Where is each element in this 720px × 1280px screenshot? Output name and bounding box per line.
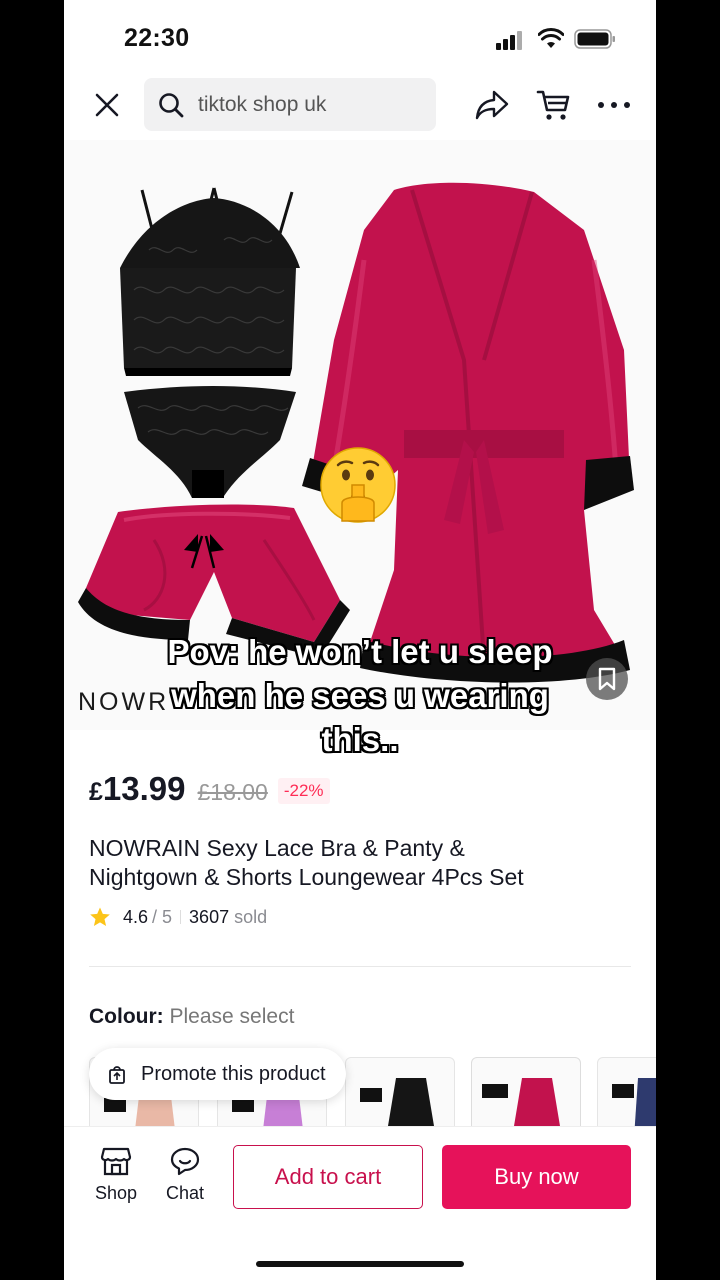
- status-bar: 22:30: [64, 0, 656, 78]
- top-nav: tiktok shop uk: [64, 78, 656, 136]
- signal-icon: [496, 30, 528, 50]
- search-query: tiktok shop uk: [198, 92, 327, 116]
- close-icon: [95, 93, 119, 117]
- colour-label: Colour:: [89, 1005, 164, 1028]
- lace-bra-illustration: [120, 187, 300, 376]
- promote-bag-icon: [109, 1066, 125, 1084]
- shushing-face-emoji-icon: [320, 447, 396, 523]
- divider: [180, 910, 182, 924]
- chat-icon: [170, 1147, 200, 1176]
- colour-value: Please select: [169, 1005, 295, 1028]
- shop-label: Shop: [94, 1183, 138, 1203]
- close-button[interactable]: [90, 88, 124, 122]
- shop-icon: [100, 1147, 132, 1176]
- battery-icon: [574, 29, 615, 49]
- caption-line-1: Pov: he won’t let u sleep: [167, 633, 553, 670]
- shop-tab[interactable]: Shop: [86, 1145, 146, 1204]
- rating-max: / 5: [152, 906, 173, 927]
- original-price: £18.00: [197, 779, 268, 805]
- promote-product-button[interactable]: Promote this product: [89, 1048, 346, 1100]
- home-indicator: [256, 1261, 464, 1267]
- buy-now-button[interactable]: Buy now: [442, 1145, 631, 1209]
- caption-line-3: this..: [321, 721, 399, 758]
- current-price: £13.99: [89, 770, 186, 807]
- chat-label: Chat: [165, 1183, 205, 1203]
- promote-label: Promote this product: [141, 1062, 326, 1085]
- chat-tab[interactable]: Chat: [155, 1145, 215, 1204]
- discount-badge: -22%: [277, 778, 330, 804]
- caption-line-2: when he sees u wearing: [171, 677, 549, 714]
- product-title: NOWRAIN Sexy Lace Bra & Panty & Nightgow…: [89, 835, 524, 890]
- video-caption: Pov: he won’t let u sleep when he sees u…: [104, 630, 616, 762]
- variant-thumbnail-navy[interactable]: [597, 1057, 656, 1137]
- variant-thumbnail-black[interactable]: [345, 1057, 455, 1137]
- status-time: 22:30: [124, 24, 190, 52]
- lace-panty-illustration: [124, 386, 296, 498]
- add-to-cart-button[interactable]: Add to cart: [233, 1145, 423, 1209]
- star-icon: [90, 907, 110, 926]
- variant-thumbnail-red[interactable]: [471, 1057, 581, 1137]
- cart-icon[interactable]: [536, 88, 572, 122]
- section-divider: [89, 966, 631, 967]
- sold-count: 3607: [189, 906, 230, 927]
- sold-label: sold: [234, 906, 268, 927]
- rating-row[interactable]: 4.6 / 5 3607 sold: [89, 904, 267, 930]
- rating-value: 4.6: [123, 906, 149, 927]
- bottom-action-bar: Shop Chat Add to cart Buy now: [64, 1126, 656, 1280]
- satin-robe-illustration: [302, 182, 634, 683]
- wifi-icon: [538, 28, 564, 48]
- price-row: £13.99 £18.00 -22%: [89, 770, 330, 810]
- product-detail-screen: 22:30 tiktok shop uk NOWR Pov: he won’t …: [64, 0, 656, 1280]
- share-icon[interactable]: [474, 88, 510, 122]
- search-bar[interactable]: tiktok shop uk: [144, 78, 436, 131]
- search-icon: [159, 92, 184, 117]
- more-options-icon[interactable]: [594, 88, 634, 122]
- colour-selector[interactable]: Colour: Please select: [89, 1005, 294, 1029]
